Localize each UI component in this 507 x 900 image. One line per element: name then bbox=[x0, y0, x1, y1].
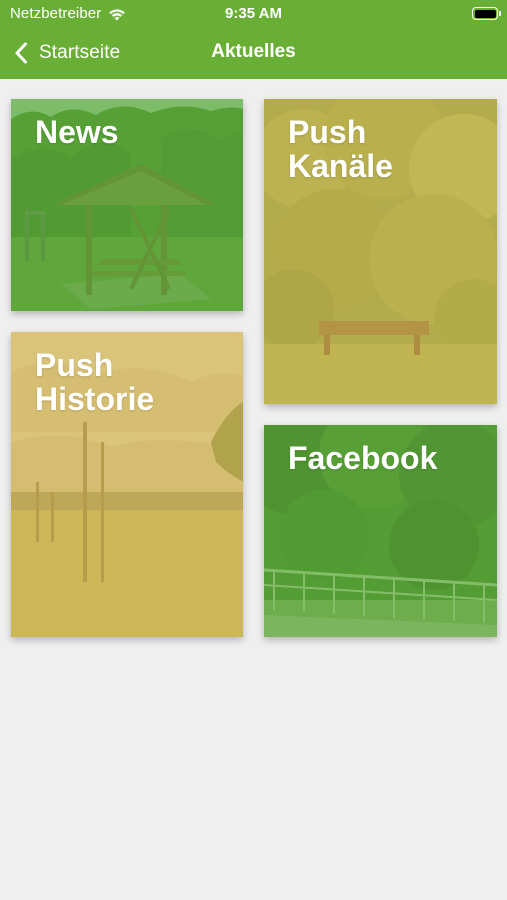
battery-icon bbox=[472, 7, 501, 20]
tile-push-historie-label: Push Historie bbox=[35, 347, 155, 417]
tile-news-label: News bbox=[35, 114, 119, 150]
status-time: 9:35 AM bbox=[225, 5, 282, 22]
tile-news[interactable]: News bbox=[11, 99, 243, 311]
navigation-bar: Startseite Aktuelles bbox=[0, 30, 507, 79]
page-title: Aktuelles bbox=[211, 41, 296, 62]
tile-push-historie[interactable]: Push Historie bbox=[11, 332, 243, 637]
status-bar: Netzbetreiber 9:35 AM bbox=[0, 0, 507, 30]
tile-push-kanaele[interactable]: Push Kanäle bbox=[264, 99, 497, 404]
tile-facebook[interactable]: Facebook bbox=[264, 425, 497, 637]
tile-facebook-label: Facebook bbox=[288, 440, 438, 476]
tile-push-kanaele-label: Push Kanäle bbox=[288, 114, 393, 184]
